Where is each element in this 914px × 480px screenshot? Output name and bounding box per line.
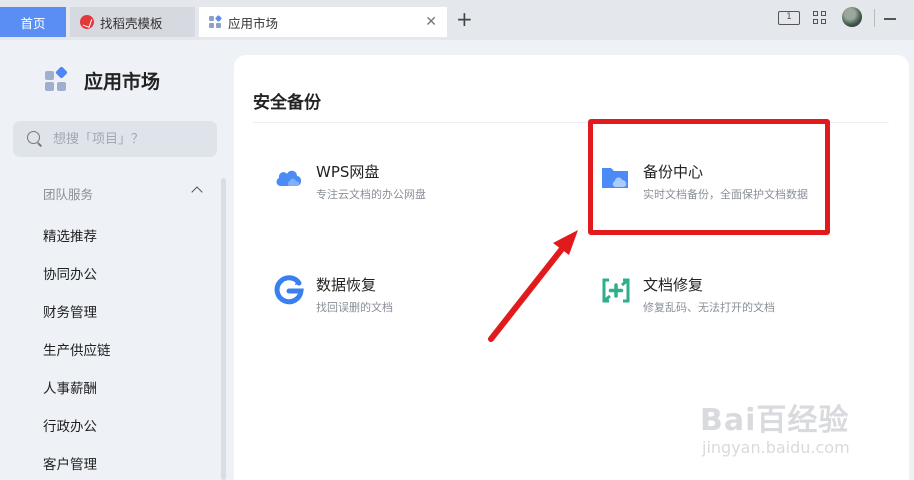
app-card-document-repair[interactable]: 文档修复 修复乱码、无法打开的文档 xyxy=(600,274,870,324)
app-title: 文档修复 xyxy=(643,276,704,294)
app-desc: 修复乱码、无法打开的文档 xyxy=(643,301,775,314)
new-tab-button[interactable]: + xyxy=(456,9,473,29)
search-box[interactable] xyxy=(13,121,217,157)
docer-logo-icon xyxy=(80,15,94,29)
app-title: 数据恢复 xyxy=(316,276,377,294)
tab-bar: 首页 找稻壳模板 应用市场 ✕ + 1 xyxy=(0,0,914,40)
chevron-up-icon[interactable] xyxy=(191,186,203,198)
watermark-logo: Bai百经验 xyxy=(700,403,850,438)
app-market-tab-icon xyxy=(209,14,223,29)
app-market-logo-icon xyxy=(45,66,68,91)
tab-docer-label: 找稻壳模板 xyxy=(100,15,163,31)
tab-home-label: 首页 xyxy=(20,15,46,31)
restore-g-icon xyxy=(274,275,304,305)
watermark-url: jingyan.baidu.com xyxy=(702,438,850,457)
cloud-icon xyxy=(276,170,302,186)
sidebar-item-hr-payroll[interactable]: 人事薪酬 xyxy=(43,377,97,397)
sidebar-item-finance[interactable]: 财务管理 xyxy=(43,301,97,321)
sidebar-item-featured[interactable]: 精选推荐 xyxy=(43,225,97,245)
watermark: Bai百经验 jingyan.baidu.com xyxy=(700,395,900,470)
sidebar-title: 应用市场 xyxy=(84,71,161,93)
highlight-box xyxy=(588,119,830,235)
search-input[interactable] xyxy=(53,131,203,147)
toolbar-divider xyxy=(874,9,875,27)
user-avatar[interactable] xyxy=(842,7,862,27)
tab-app-market[interactable]: 应用市场 ✕ xyxy=(199,7,447,37)
repair-icon xyxy=(602,278,630,303)
reader-mode-button[interactable]: 1 xyxy=(777,8,801,28)
app-card-wps-cloud[interactable]: WPS网盘 专注云文档的办公网盘 xyxy=(273,161,543,211)
sidebar-item-collaboration[interactable]: 协同办公 xyxy=(43,263,97,283)
tab-home[interactable]: 首页 xyxy=(0,7,66,37)
reader-mode-icon: 1 xyxy=(778,11,800,25)
close-tab-icon[interactable]: ✕ xyxy=(425,15,437,29)
section-title: 安全备份 xyxy=(253,93,321,113)
grid-icon xyxy=(813,11,827,25)
app-title: WPS网盘 xyxy=(316,163,380,181)
sidebar-item-supply-chain[interactable]: 生产供应链 xyxy=(43,339,111,359)
app-desc: 专注云文档的办公网盘 xyxy=(316,188,426,201)
sidebar: 应用市场 团队服务 精选推荐 协同办公 财务管理 生产供应链 人事薪酬 行政办公… xyxy=(0,40,232,480)
tab-app-market-label: 应用市场 xyxy=(228,15,279,31)
sidebar-item-customer[interactable]: 客户管理 xyxy=(43,453,97,473)
search-icon xyxy=(27,131,43,147)
tab-docer-templates[interactable]: 找稻壳模板 xyxy=(70,7,195,37)
group-team-services[interactable]: 团队服务 xyxy=(43,184,93,203)
sidebar-item-admin-office[interactable]: 行政办公 xyxy=(43,415,97,435)
apps-grid-button[interactable] xyxy=(812,8,828,28)
minimize-icon[interactable] xyxy=(884,18,896,20)
app-desc: 找回误删的文档 xyxy=(316,301,393,314)
red-arrow-icon xyxy=(488,230,578,342)
sidebar-scrollbar[interactable] xyxy=(221,178,226,480)
